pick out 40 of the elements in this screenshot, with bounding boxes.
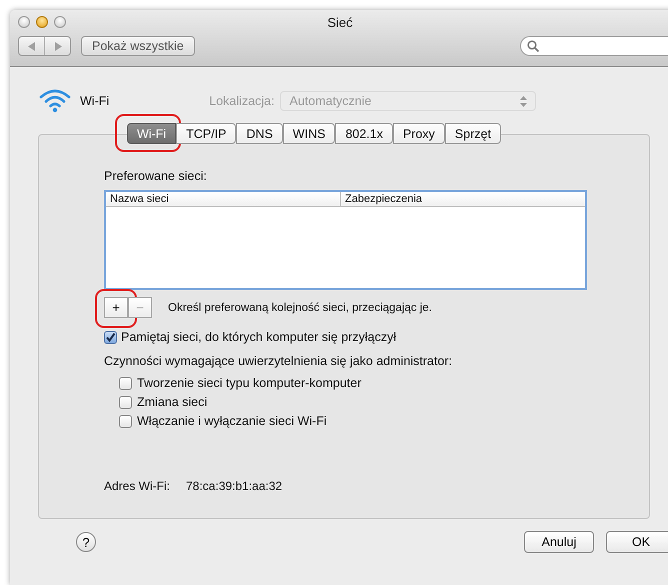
column-header[interactable]: Zabezpieczenia bbox=[341, 192, 422, 206]
section-label: Preferowane sieci: bbox=[104, 169, 208, 183]
checkbox-label: Zmiana sieci bbox=[137, 395, 208, 409]
tab[interactable]: Sprzęt bbox=[444, 123, 502, 144]
tab[interactable]: 802.1x bbox=[335, 123, 393, 144]
checkbox[interactable] bbox=[104, 330, 117, 344]
service-name: Wi-Fi bbox=[80, 94, 110, 108]
tab[interactable]: WINS bbox=[282, 123, 336, 144]
column-header[interactable]: Nazwa sieci bbox=[106, 192, 341, 206]
tab[interactable]: TCP/IP bbox=[176, 123, 236, 144]
window-title: Sieć bbox=[326, 14, 354, 30]
location-label: Lokalizacja: bbox=[209, 94, 274, 108]
back-forward-control[interactable] bbox=[18, 36, 71, 56]
updown-arrows-icon bbox=[520, 96, 528, 106]
minimize-button[interactable] bbox=[36, 16, 48, 28]
wifi-icon bbox=[38, 88, 72, 114]
dialog-button[interactable]: Anuluj bbox=[524, 531, 594, 553]
add-button[interactable]: + bbox=[104, 297, 128, 318]
forward-icon[interactable] bbox=[54, 42, 62, 50]
checkbox[interactable] bbox=[119, 414, 132, 428]
checkbox-label: Włączanie i wyłączanie sieci Wi-Fi bbox=[137, 414, 327, 428]
dialog-button[interactable]: OK bbox=[606, 531, 668, 553]
section-label: Czynności wymagające uwierzytelnienia się jako administrator: bbox=[104, 354, 454, 368]
hint-text: Określ preferowaną kolejność sieci, przeciągając je. bbox=[168, 302, 432, 314]
show-all-button[interactable]: Pokaż wszystkie bbox=[81, 36, 195, 56]
tab[interactable]: DNS bbox=[236, 123, 283, 144]
address-value: 78:ca:39:b1:aa:32 bbox=[186, 479, 282, 493]
checkbox[interactable] bbox=[119, 376, 132, 390]
address-label: Adres Wi-Fi: bbox=[104, 479, 170, 493]
search-field[interactable] bbox=[520, 36, 668, 56]
back-icon[interactable] bbox=[28, 42, 36, 50]
checkbox-label: Pamiętaj sieci, do których komputer się przyłączył bbox=[121, 330, 396, 344]
search-icon bbox=[527, 40, 539, 52]
help-button[interactable]: ? bbox=[76, 532, 96, 552]
tab[interactable]: Proxy bbox=[392, 123, 445, 144]
checkbox-label: Tworzenie sieci typu komputer-komputer bbox=[137, 376, 362, 390]
close-button[interactable] bbox=[18, 16, 30, 28]
zoom-button[interactable] bbox=[54, 16, 66, 28]
tab[interactable]: Wi-Fi bbox=[126, 123, 176, 144]
checkbox[interactable] bbox=[119, 396, 132, 408]
